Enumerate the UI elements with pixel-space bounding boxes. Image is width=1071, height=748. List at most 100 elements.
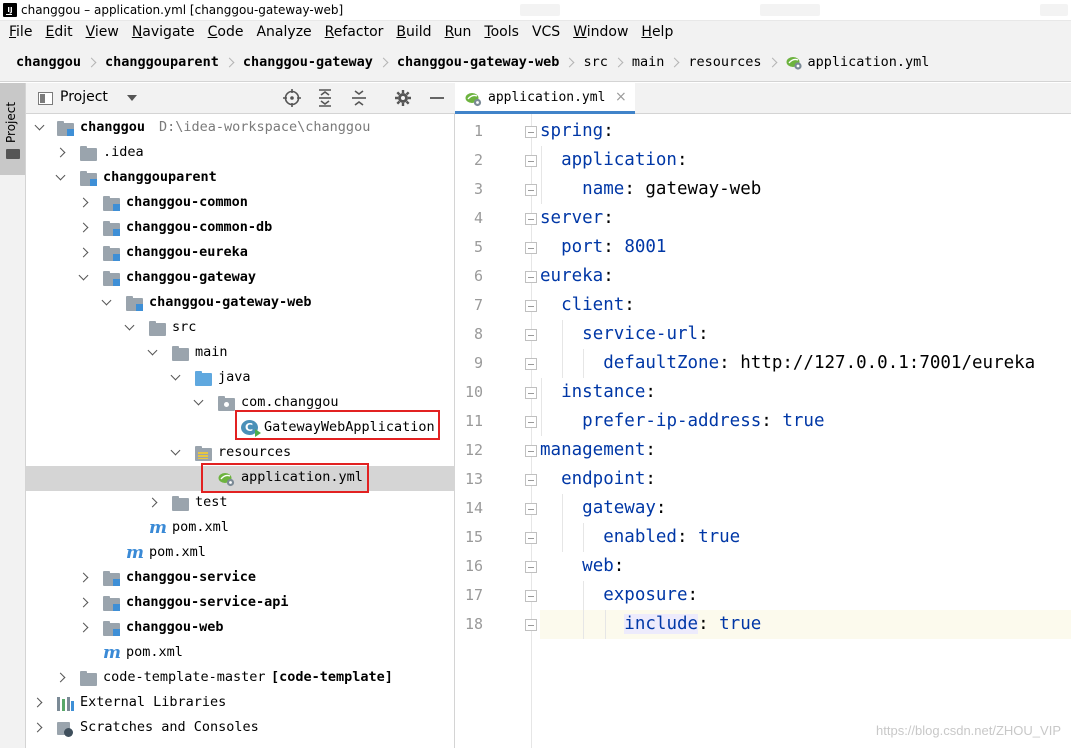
chevron-right-icon[interactable] xyxy=(78,247,89,258)
menu-navigate[interactable]: Navigate xyxy=(129,24,201,40)
tree-item-changgou-common-db[interactable]: changgou-common-db xyxy=(26,216,455,241)
tree-item-main[interactable]: main xyxy=(26,341,455,366)
code-area[interactable]: spring: application: name: gateway-web se… xyxy=(540,114,1071,748)
line-number: 17 xyxy=(464,586,483,604)
fold-marker-icon[interactable] xyxy=(525,590,537,602)
breadcrumb-item[interactable]: application.yml xyxy=(808,54,930,70)
tree-item-test[interactable]: test xyxy=(26,491,455,516)
breadcrumb-item[interactable]: changgou xyxy=(16,54,81,70)
breadcrumb-item[interactable]: changgou-gateway-web xyxy=(397,54,560,70)
tree-item-java[interactable]: java xyxy=(26,366,455,391)
tree-item-pom-xml[interactable]: m pom.xml xyxy=(26,541,455,566)
menu-code[interactable]: Code xyxy=(205,24,250,40)
tree-item-changgou-service-api[interactable]: changgou-service-api xyxy=(26,591,455,616)
tree-item-src[interactable]: src xyxy=(26,316,455,341)
chevron-right-icon[interactable] xyxy=(55,672,66,683)
menu-bar: File Edit View Navigate Code Analyze Ref… xyxy=(0,21,1071,43)
fold-marker-icon[interactable] xyxy=(525,445,537,457)
fold-marker-icon[interactable] xyxy=(525,358,537,370)
tree-item-pom-xml[interactable]: m pom.xml xyxy=(26,641,455,666)
fold-marker-icon[interactable] xyxy=(525,126,537,138)
menu-tools[interactable]: Tools xyxy=(481,24,525,40)
breadcrumb-item[interactable]: changgouparent xyxy=(105,54,219,70)
chevron-down-icon[interactable] xyxy=(55,170,66,181)
collapse-all-icon[interactable] xyxy=(349,89,369,109)
chevron-right-icon[interactable] xyxy=(32,722,43,733)
fold-marker-icon[interactable] xyxy=(525,184,537,196)
menu-refactor[interactable]: Refactor xyxy=(322,24,390,40)
chevron-right-icon[interactable] xyxy=(32,697,43,708)
package-icon xyxy=(218,396,235,411)
highlight-box xyxy=(235,410,440,440)
chevron-down-icon[interactable] xyxy=(34,120,45,131)
fold-marker-icon[interactable] xyxy=(525,329,537,341)
fold-marker-icon[interactable] xyxy=(525,561,537,573)
fold-marker-icon[interactable] xyxy=(525,300,537,312)
chevron-right-icon[interactable] xyxy=(78,222,89,233)
chevron-down-icon[interactable] xyxy=(78,270,89,281)
fold-marker-icon[interactable] xyxy=(525,619,537,631)
fold-marker-icon[interactable] xyxy=(525,242,537,254)
chevron-down-icon[interactable] xyxy=(193,395,204,406)
tree-item-code-template-master[interactable]: code-template-master [code-template] xyxy=(26,666,455,691)
chevron-down-icon[interactable] xyxy=(127,95,137,101)
settings-icon[interactable] xyxy=(393,89,413,109)
chevron-down-icon[interactable] xyxy=(147,345,158,356)
fold-marker-icon[interactable] xyxy=(525,532,537,544)
tree-item-scratches-and-consoles[interactable]: Scratches and Consoles xyxy=(26,716,455,741)
tree-item-idea[interactable]: .idea xyxy=(26,141,455,166)
chevron-down-icon[interactable] xyxy=(101,295,112,306)
fold-marker-icon[interactable] xyxy=(525,416,537,428)
breadcrumb-item[interactable]: src xyxy=(583,54,607,70)
chevron-right-icon[interactable] xyxy=(78,622,89,633)
fold-marker-icon[interactable] xyxy=(525,213,537,225)
menu-edit[interactable]: Edit xyxy=(42,24,78,40)
tree-item-changgou-service[interactable]: changgou-service xyxy=(26,566,455,591)
chevron-down-icon[interactable] xyxy=(170,445,181,456)
menu-view[interactable]: View xyxy=(83,24,125,40)
folder-icon xyxy=(172,496,189,511)
breadcrumb-item[interactable]: main xyxy=(632,54,665,70)
fold-marker-icon[interactable] xyxy=(525,155,537,167)
editor-tab-application-yml[interactable]: application.yml × xyxy=(455,83,635,114)
fold-marker-icon[interactable] xyxy=(525,387,537,399)
fold-marker-icon[interactable] xyxy=(525,474,537,486)
fold-marker-icon[interactable] xyxy=(525,271,537,283)
tree-item-external-libraries[interactable]: External Libraries xyxy=(26,691,455,716)
menu-build[interactable]: Build xyxy=(393,24,437,40)
menu-window[interactable]: Window xyxy=(570,24,634,40)
menu-file[interactable]: File xyxy=(6,24,38,40)
chevron-right-icon[interactable] xyxy=(147,497,158,508)
chevron-right-icon[interactable] xyxy=(78,597,89,608)
tree-item-changgou-eureka[interactable]: changgou-eureka xyxy=(26,241,455,266)
line-number: 9 xyxy=(473,354,483,372)
project-tool-tab[interactable]: Project xyxy=(0,83,25,175)
maven-icon: m xyxy=(149,518,167,538)
breadcrumb-item[interactable]: changgou-gateway xyxy=(243,54,373,70)
tree-item-changgouparent[interactable]: changgouparent xyxy=(26,166,455,191)
menu-help[interactable]: Help xyxy=(638,24,679,40)
menu-analyze[interactable]: Analyze xyxy=(253,24,317,40)
expand-all-icon[interactable] xyxy=(315,89,335,109)
locate-icon[interactable] xyxy=(282,89,302,109)
tree-item-changgou-web[interactable]: changgou-web xyxy=(26,616,455,641)
fold-marker-icon[interactable] xyxy=(525,503,537,515)
tree-item-label: main xyxy=(195,344,228,360)
tree-item-changgou-common[interactable]: changgou-common xyxy=(26,191,455,216)
chevron-right-icon[interactable] xyxy=(55,147,66,158)
yaml-key: exposure xyxy=(603,585,688,605)
breadcrumb-item[interactable]: resources xyxy=(688,54,761,70)
minimize-icon[interactable] xyxy=(427,89,447,109)
menu-run[interactable]: Run xyxy=(442,24,478,40)
tree-item-changgou[interactable]: changgou D:\idea-workspace\changgou xyxy=(26,116,455,141)
chevron-down-icon[interactable] xyxy=(124,320,135,331)
tree-item-changgou-gateway[interactable]: changgou-gateway xyxy=(26,266,455,291)
chevron-right-icon[interactable] xyxy=(78,197,89,208)
project-panel-title[interactable]: Project xyxy=(60,89,108,105)
chevron-right-icon[interactable] xyxy=(78,572,89,583)
tree-item-pom-xml[interactable]: m pom.xml xyxy=(26,516,455,541)
chevron-down-icon[interactable] xyxy=(170,370,181,381)
close-icon[interactable]: × xyxy=(615,89,627,105)
tree-item-changgou-gateway-web[interactable]: changgou-gateway-web xyxy=(26,291,455,316)
menu-vcs[interactable]: VCS xyxy=(529,24,566,40)
